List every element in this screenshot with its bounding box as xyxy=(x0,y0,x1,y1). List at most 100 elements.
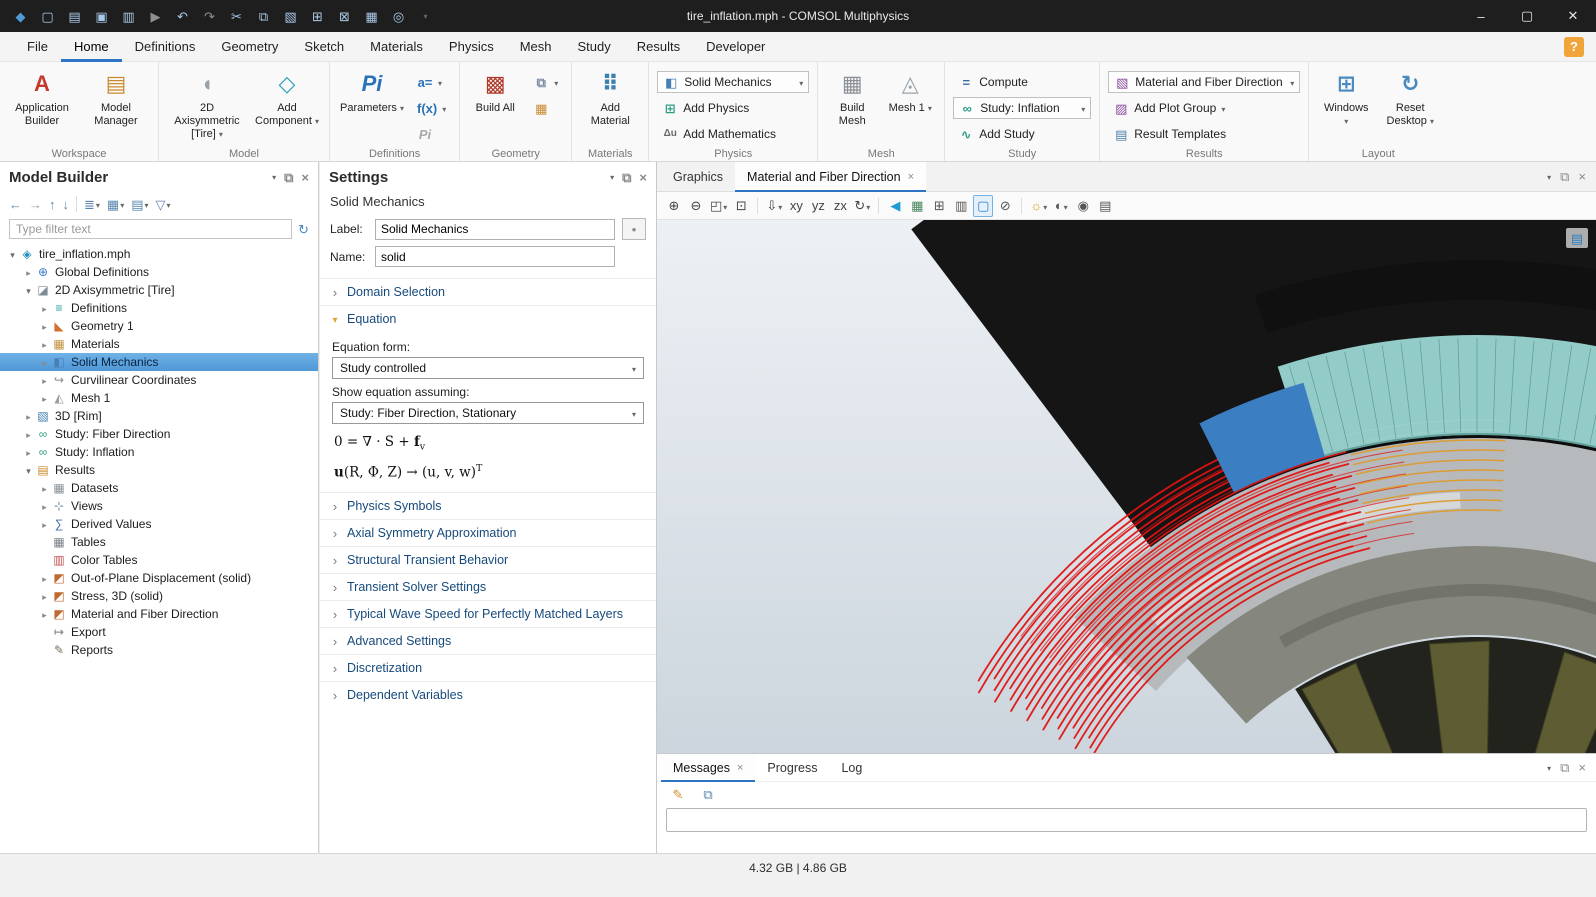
panel-menu-icon[interactable] xyxy=(272,171,276,183)
tree-caret[interactable] xyxy=(22,265,35,279)
tree-caret[interactable] xyxy=(38,607,51,621)
variables-button[interactable]: a= xyxy=(412,71,451,93)
ribbon-tab-study[interactable]: Study xyxy=(565,32,624,62)
tree-item-derived-values[interactable]: ∑Derived Values xyxy=(0,515,318,533)
tree-collapse-button[interactable]: ≣ xyxy=(84,197,100,211)
parameters-button[interactable]: Pi Parameters xyxy=(338,67,406,115)
lock-axis-button[interactable]: ⊘ xyxy=(995,195,1015,217)
ribbon-tab-mesh[interactable]: Mesh xyxy=(507,32,565,62)
tab-graphics[interactable]: Graphics xyxy=(661,162,735,192)
result-templates-button[interactable]: ▤ Result Templates xyxy=(1108,123,1300,145)
axisymmetric-component-button[interactable]: ◖ 2D Axisymmetric [Tire] xyxy=(167,67,247,141)
name-field-input[interactable] xyxy=(375,246,615,267)
view-frame-button[interactable]: ▢ xyxy=(973,195,993,217)
show-material-color-button[interactable]: ▦ xyxy=(907,195,927,217)
tree-item-study-fiber-direction[interactable]: ∞Study: Fiber Direction xyxy=(0,425,318,443)
tree-item-3d-rim[interactable]: ▧3D [Rim] xyxy=(0,407,318,425)
build-all-button[interactable]: ▩ Build All xyxy=(468,67,522,115)
section-advanced-settings[interactable]: Advanced Settings xyxy=(320,627,656,654)
nav-forward-button[interactable]: → xyxy=(29,198,42,211)
plot-group-select[interactable]: ▧ Material and Fiber Direction xyxy=(1108,71,1300,93)
study-select[interactable]: ∞ Study: Inflation xyxy=(953,97,1091,119)
paste-button[interactable]: ▧ xyxy=(278,4,303,28)
tree-item-geometry-1[interactable]: ◣Geometry 1 xyxy=(0,317,318,335)
float-panel-icon[interactable]: ⧉ xyxy=(1560,761,1569,774)
tree-rows-button[interactable]: ▤ xyxy=(131,197,148,211)
functions-button[interactable]: f(x) xyxy=(412,97,451,119)
environment-button[interactable]: ◐ xyxy=(1051,195,1071,217)
ribbon-tab-file[interactable]: File xyxy=(14,32,61,62)
nav-down-button[interactable]: ↓ xyxy=(63,198,70,211)
tree-item-material-and-fiber-direction[interactable]: ◩Material and Fiber Direction xyxy=(0,605,318,623)
section-structural-transient-behavior[interactable]: Structural Transient Behavior xyxy=(320,546,656,573)
ribbon-tab-definitions[interactable]: Definitions xyxy=(122,32,209,62)
mesh-select-button[interactable]: ◬ Mesh 1 xyxy=(884,67,936,115)
tab-close-icon[interactable]: × xyxy=(737,762,743,774)
show-grid-button[interactable]: ⊞ xyxy=(929,195,949,217)
tree-caret[interactable] xyxy=(38,373,51,387)
ribbon-tab-home[interactable]: Home xyxy=(61,32,122,62)
close-panel-icon[interactable]: × xyxy=(1578,761,1586,774)
redo-button[interactable]: ↷ xyxy=(197,4,222,28)
physics-interface-select[interactable]: ◧ Solid Mechanics xyxy=(657,71,809,93)
float-panel-icon[interactable]: ⧉ xyxy=(284,171,293,184)
float-panel-icon[interactable]: ⧉ xyxy=(622,171,631,184)
undo-button[interactable]: ↶ xyxy=(170,4,195,28)
add-plot-group-button[interactable]: ▨ Add Plot Group xyxy=(1108,97,1300,119)
tree-item-datasets[interactable]: ▦Datasets xyxy=(0,479,318,497)
tree-caret[interactable] xyxy=(38,391,51,405)
add-study-button[interactable]: ∿ Add Study xyxy=(953,123,1091,145)
tree-item-global-definitions[interactable]: ⊕Global Definitions xyxy=(0,263,318,281)
tab-messages[interactable]: Messages× xyxy=(661,754,755,782)
filter-input[interactable] xyxy=(9,219,292,239)
windows-button[interactable]: ⊞ Windows xyxy=(1317,67,1375,128)
close-panel-icon[interactable]: × xyxy=(1578,170,1586,183)
application-builder-button[interactable]: A Application Builder xyxy=(8,67,76,128)
refresh-icon[interactable]: ↻ xyxy=(298,223,309,236)
customize-toolbar-icon[interactable] xyxy=(413,4,438,28)
ribbon-tab-sketch[interactable]: Sketch xyxy=(291,32,357,62)
ribbon-tab-developer[interactable]: Developer xyxy=(693,32,778,62)
section-discretization[interactable]: Discretization xyxy=(320,654,656,681)
tree-item-out-of-plane-displacement-solid[interactable]: ◩Out-of-Plane Displacement (solid) xyxy=(0,569,318,587)
tree-item-2d-axisymmetric-tire[interactable]: ◪2D Axisymmetric [Tire] xyxy=(0,281,318,299)
reset-desktop-button[interactable]: ↻ Reset Desktop xyxy=(1381,67,1439,128)
geometry-update-button[interactable]: ⧉ xyxy=(528,71,563,93)
tab-log[interactable]: Log xyxy=(829,754,874,782)
zoom-in-button[interactable]: ⊕ xyxy=(664,195,684,217)
section-physics-symbols[interactable]: Physics Symbols xyxy=(320,492,656,519)
section-equation[interactable]: Equation xyxy=(320,305,656,332)
tree-caret[interactable] xyxy=(38,589,51,603)
tree-item-export[interactable]: ↦Export xyxy=(0,623,318,641)
tree-caret[interactable] xyxy=(38,499,51,513)
close-panel-icon[interactable]: × xyxy=(301,171,309,184)
show-selection-colors-button[interactable]: ▥ xyxy=(951,195,971,217)
tree-caret[interactable] xyxy=(38,301,51,315)
add-physics-button[interactable]: ⊞ Add Physics xyxy=(657,97,809,119)
panel-menu-icon[interactable] xyxy=(1547,762,1551,774)
tree-item-stress-3d-solid[interactable]: ◩Stress, 3D (solid) xyxy=(0,587,318,605)
messages-input[interactable] xyxy=(666,808,1587,832)
view-yz-button[interactable]: yz xyxy=(808,195,828,217)
close-button[interactable]: ✕ xyxy=(1550,0,1596,32)
label-field-input[interactable] xyxy=(375,219,615,240)
panel-menu-icon[interactable] xyxy=(1547,171,1551,183)
ribbon-tab-physics[interactable]: Physics xyxy=(436,32,507,62)
tree-item-study-inflation[interactable]: ∞Study: Inflation xyxy=(0,443,318,461)
tree-item-color-tables[interactable]: ▥Color Tables xyxy=(0,551,318,569)
open-file-button[interactable]: ▤ xyxy=(62,4,87,28)
tree-item-results[interactable]: ▤Results xyxy=(0,461,318,479)
add-material-button[interactable]: ⠿ Add Material xyxy=(580,67,640,128)
tree-caret[interactable] xyxy=(22,427,35,441)
rotate-view-button[interactable]: ↻ xyxy=(852,195,872,217)
tree-caret[interactable] xyxy=(22,283,35,297)
tree-caret[interactable] xyxy=(6,247,19,261)
tree-item-mesh-1[interactable]: ◭Mesh 1 xyxy=(0,389,318,407)
view-xy-button[interactable]: xy xyxy=(786,195,806,217)
tree-filter-button[interactable]: ▽ xyxy=(156,197,171,211)
tree-caret[interactable] xyxy=(22,409,35,423)
show-equation-assuming-select[interactable]: Study: Fiber Direction, Stationary xyxy=(332,402,644,424)
tree-caret[interactable] xyxy=(38,517,51,531)
add-mathematics-button[interactable]: Δu Add Mathematics xyxy=(657,123,809,145)
delete-button[interactable]: ⊠ xyxy=(332,4,357,28)
